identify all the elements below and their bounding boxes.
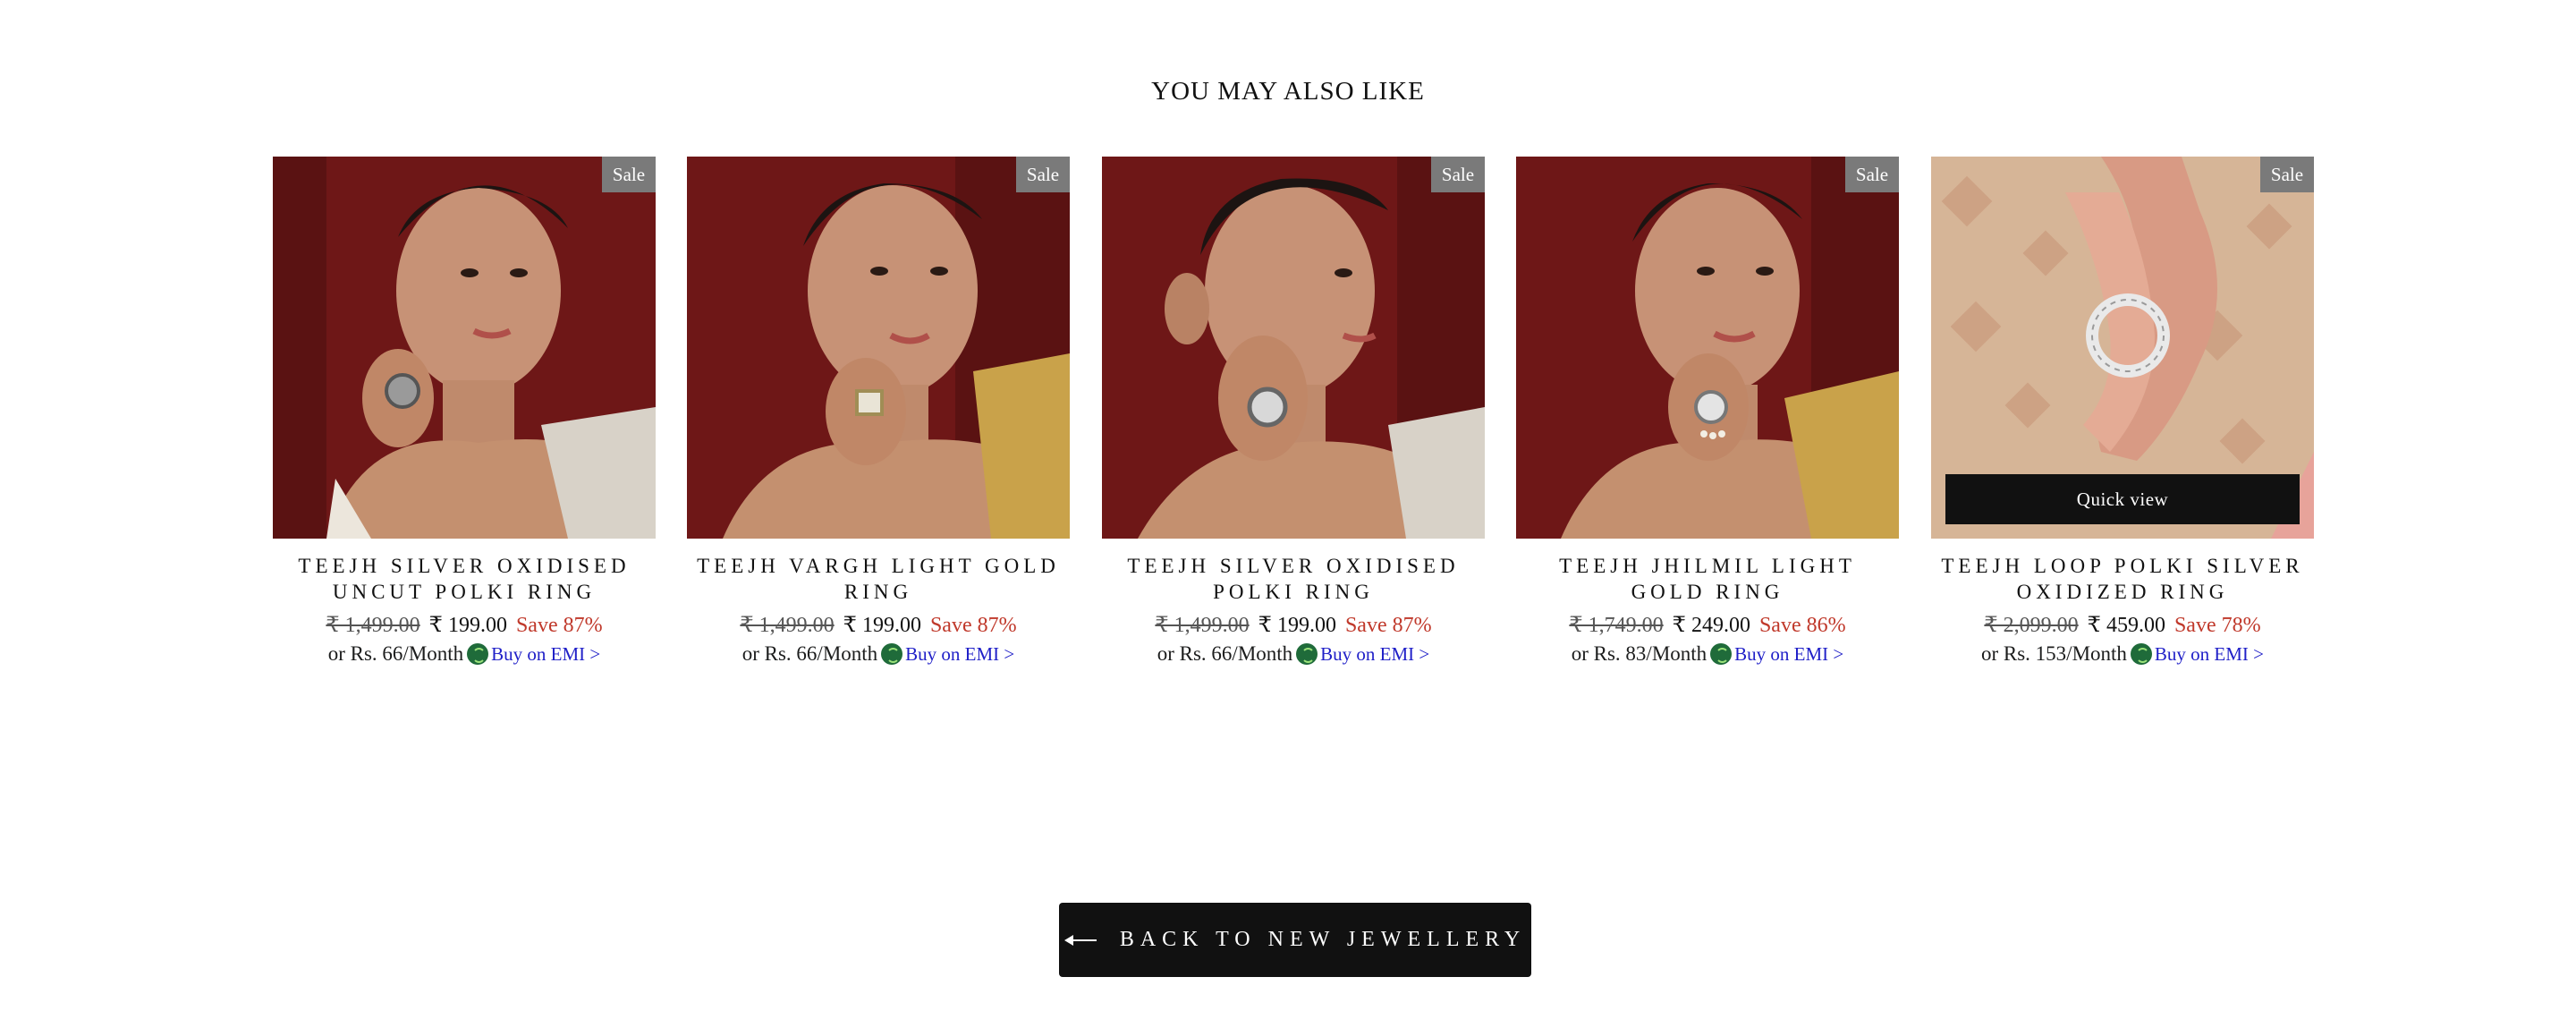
- product-card[interactable]: Sale Quick view TEEJH LOOP POLKI SILVER …: [1931, 157, 2314, 667]
- emi-provider-icon: [881, 643, 903, 665]
- sale-price: ₹ 459.00: [2087, 614, 2165, 637]
- price-line: ₹ 1,499.00 ₹ 199.00 Save 87%: [1102, 612, 1485, 639]
- product-card[interactable]: Sale TEEJH SILVER OXIDISED POLKI RING ₹ …: [1102, 157, 1485, 667]
- sale-badge: Sale: [602, 157, 656, 192]
- sale-price: ₹ 199.00: [1258, 614, 1336, 637]
- arrow-left-icon: [1063, 934, 1097, 947]
- product-image[interactable]: Sale: [1102, 157, 1485, 539]
- product-card[interactable]: Sale TEEJH SILVER OXIDISED UNCUT POLKI R…: [273, 157, 656, 667]
- price-line: ₹ 1,499.00 ₹ 199.00 Save 87%: [687, 612, 1070, 639]
- original-price: ₹ 2,099.00: [1984, 614, 2079, 637]
- sale-badge: Sale: [1016, 157, 1070, 192]
- section-title: YOU MAY ALSO LIKE: [1151, 77, 1425, 106]
- save-percent: Save 87%: [515, 614, 603, 637]
- price-line: ₹ 1,749.00 ₹ 249.00 Save 86%: [1516, 612, 1899, 639]
- emi-amount: or Rs. 66/Month: [1157, 642, 1293, 665]
- emi-amount: or Rs. 153/Month: [1980, 642, 2127, 665]
- sale-badge: Sale: [1845, 157, 1899, 192]
- product-title[interactable]: TEEJH SILVER OXIDISED POLKI RING: [1102, 553, 1485, 605]
- emi-amount: or Rs. 83/Month: [1571, 642, 1707, 665]
- save-percent: Save 86%: [1758, 614, 1846, 637]
- emi-line: or Rs. 66/Month Buy on EMI >: [1102, 641, 1485, 667]
- emi-line: or Rs. 153/Month Buy on EMI >: [1931, 641, 2314, 667]
- emi-line: or Rs. 83/Month Buy on EMI >: [1516, 641, 1899, 667]
- emi-provider-icon: [1710, 643, 1733, 665]
- emi-line: or Rs. 66/Month Buy on EMI >: [687, 641, 1070, 667]
- product-grid: Sale TEEJH SILVER OXIDISED UNCUT POLKI R…: [273, 157, 2314, 693]
- price-line: ₹ 1,499.00 ₹ 199.00 Save 87%: [273, 612, 656, 639]
- save-percent: Save 78%: [2174, 614, 2261, 637]
- back-to-new-jewellery-button[interactable]: BACK TO NEW JEWELLERY: [1059, 903, 1531, 977]
- sale-badge: Sale: [1431, 157, 1485, 192]
- original-price: ₹ 1,749.00: [1569, 614, 1664, 637]
- buy-on-emi-link[interactable]: Buy on EMI >: [1320, 643, 1429, 665]
- save-percent: Save 87%: [1344, 614, 1432, 637]
- product-title[interactable]: TEEJH SILVER OXIDISED UNCUT POLKI RING: [273, 553, 656, 605]
- buy-on-emi-link[interactable]: Buy on EMI >: [1734, 643, 1843, 665]
- product-card[interactable]: Sale TEEJH JHILMIL LIGHT GOLD RING ₹ 1,7…: [1516, 157, 1899, 667]
- buy-on-emi-link[interactable]: Buy on EMI >: [491, 643, 600, 665]
- product-card[interactable]: Sale TEEJH VARGH LIGHT GOLD RING ₹ 1,499…: [687, 157, 1070, 667]
- save-percent: Save 87%: [929, 614, 1017, 637]
- sale-badge: Sale: [2260, 157, 2314, 192]
- buy-on-emi-link[interactable]: Buy on EMI >: [2155, 643, 2264, 665]
- emi-line: or Rs. 66/Month Buy on EMI >: [273, 641, 656, 667]
- original-price: ₹ 1,499.00: [326, 614, 420, 637]
- emi-provider-icon: [1296, 643, 1318, 665]
- product-title[interactable]: TEEJH JHILMIL LIGHT GOLD RING: [1516, 553, 1899, 605]
- original-price: ₹ 1,499.00: [740, 614, 835, 637]
- back-button-label: BACK TO NEW JEWELLERY: [1119, 928, 1527, 951]
- product-image[interactable]: Sale: [1516, 157, 1899, 539]
- quick-view-button[interactable]: Quick view: [1945, 474, 2300, 524]
- buy-on-emi-link[interactable]: Buy on EMI >: [905, 643, 1014, 665]
- emi-provider-icon: [2130, 643, 2152, 665]
- sale-price: ₹ 199.00: [843, 614, 921, 637]
- product-title[interactable]: TEEJH VARGH LIGHT GOLD RING: [687, 553, 1070, 605]
- emi-provider-icon: [467, 643, 489, 665]
- sale-price: ₹ 249.00: [1672, 614, 1750, 637]
- product-title[interactable]: TEEJH LOOP POLKI SILVER OXIDIZED RING: [1931, 553, 2314, 605]
- product-image[interactable]: Sale: [687, 157, 1070, 539]
- original-price: ₹ 1,499.00: [1155, 614, 1250, 637]
- price-line: ₹ 2,099.00 ₹ 459.00 Save 78%: [1931, 612, 2314, 639]
- emi-amount: or Rs. 66/Month: [741, 642, 878, 665]
- emi-amount: or Rs. 66/Month: [327, 642, 464, 665]
- sale-price: ₹ 199.00: [428, 614, 507, 637]
- product-image[interactable]: Sale: [273, 157, 656, 539]
- product-image[interactable]: Sale Quick view: [1931, 157, 2314, 539]
